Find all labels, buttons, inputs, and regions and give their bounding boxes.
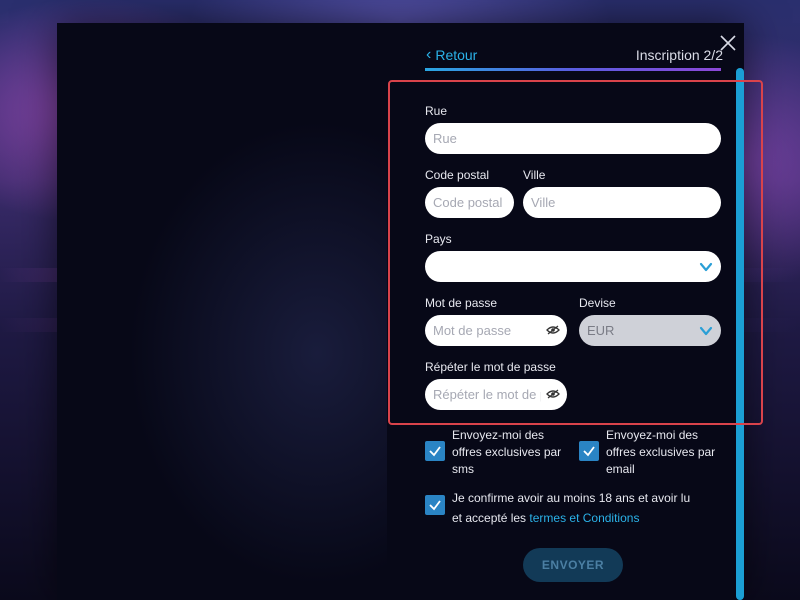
progress-fill xyxy=(425,68,721,71)
password-label: Mot de passe xyxy=(425,296,498,310)
email-consent-text: Envoyez-moi des offres exclusives par em… xyxy=(606,428,716,476)
terms-link[interactable]: termes et Conditions xyxy=(529,511,639,525)
eye-icon[interactable] xyxy=(546,389,560,399)
checkmark-icon xyxy=(429,446,441,457)
city-input[interactable] xyxy=(523,187,721,218)
terms-checkbox[interactable] xyxy=(425,495,445,515)
sms-checkbox[interactable] xyxy=(425,441,445,461)
checkmark-icon xyxy=(429,500,441,511)
street-label: Rue xyxy=(425,104,448,118)
currency-value: EUR xyxy=(587,323,615,338)
email-checkbox[interactable] xyxy=(579,441,599,461)
back-label: Retour xyxy=(435,47,478,63)
city-label: Ville xyxy=(523,168,546,182)
step-indicator: Inscription 2/2 xyxy=(635,47,723,63)
currency-select[interactable]: EUR xyxy=(579,315,721,346)
checkmark-icon xyxy=(583,446,595,457)
country-label: Pays xyxy=(425,232,452,246)
postal-code-label: Code postal xyxy=(425,168,490,182)
country-select[interactable] xyxy=(425,251,721,282)
chevron-left-icon: ‹ xyxy=(426,46,432,63)
eye-icon[interactable] xyxy=(546,325,560,335)
sms-consent-text: Envoyez-moi des offres exclusives par sm… xyxy=(452,428,562,476)
terms-consent-text: Je confirme avoir au moins 18 ans et avo… xyxy=(452,488,702,528)
chevron-down-icon xyxy=(699,262,713,272)
street-input[interactable] xyxy=(425,123,721,154)
progress-bar xyxy=(425,68,721,71)
currency-label: Devise xyxy=(579,296,616,310)
postal-code-input[interactable] xyxy=(425,187,514,218)
close-icon[interactable] xyxy=(718,33,738,53)
submit-button[interactable]: ENVOYER xyxy=(523,548,623,582)
password-repeat-label: Répéter le mot de passe xyxy=(425,360,556,374)
back-button[interactable]: ‹ Retour xyxy=(426,46,477,64)
chevron-down-icon xyxy=(699,326,713,336)
